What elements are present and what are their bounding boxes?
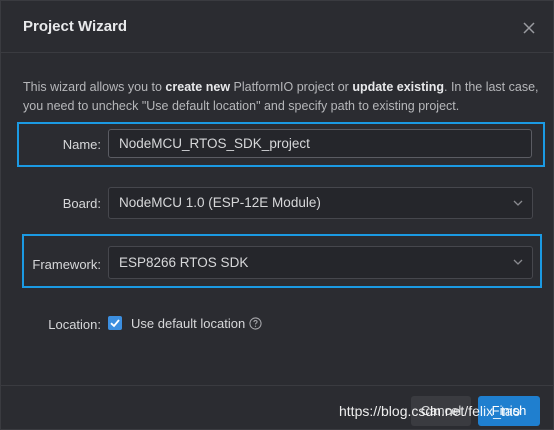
dialog-header: Project Wizard xyxy=(1,1,553,53)
project-name-input[interactable] xyxy=(108,129,532,158)
use-default-location-label[interactable]: Use default location xyxy=(131,316,245,331)
framework-select[interactable]: ESP8266 RTOS SDK xyxy=(108,246,533,279)
board-select-value: NodeMCU 1.0 (ESP-12E Module) xyxy=(119,195,321,210)
framework-label: Framework: xyxy=(32,257,101,272)
framework-select-value: ESP8266 RTOS SDK xyxy=(119,255,249,270)
location-label: Location: xyxy=(48,317,101,332)
close-icon xyxy=(523,22,535,34)
description-text-2: PlatformIO project or xyxy=(230,80,353,94)
description-text-1: This wizard allows you to xyxy=(23,80,166,94)
board-label: Board: xyxy=(62,196,101,211)
chevron-down-icon xyxy=(513,259,523,265)
description-bold-2: update existing xyxy=(352,80,444,94)
description-bold-1: create new xyxy=(165,80,231,94)
chevron-down-icon xyxy=(513,200,523,206)
close-button[interactable] xyxy=(519,18,539,38)
board-select[interactable]: NodeMCU 1.0 (ESP-12E Module) xyxy=(108,187,533,219)
check-icon xyxy=(110,319,120,328)
watermark-text: https://blog.csdn.net/felix_tao xyxy=(339,403,521,419)
name-label: Name: xyxy=(62,137,101,152)
dialog-title: Project Wizard xyxy=(23,18,128,35)
project-wizard-dialog: Project Wizard This wizard allows you to… xyxy=(0,0,554,430)
use-default-location-checkbox[interactable] xyxy=(108,316,122,330)
help-circle-icon[interactable] xyxy=(249,317,262,330)
wizard-description: This wizard allows you to create new Pla… xyxy=(23,78,539,116)
